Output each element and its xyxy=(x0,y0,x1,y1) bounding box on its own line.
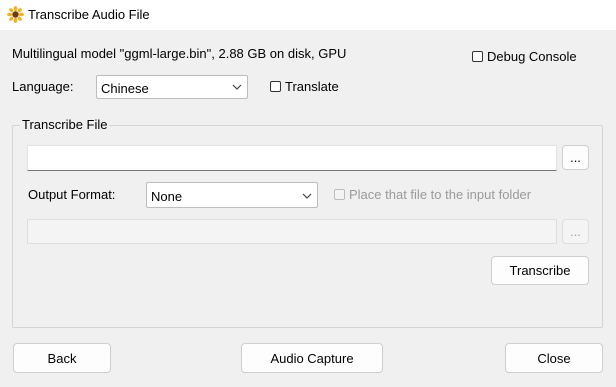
transcribe-file-group-title: Transcribe File xyxy=(20,117,110,132)
language-label: Language: xyxy=(12,79,74,94)
output-format-value: None xyxy=(151,189,183,204)
window-title: Transcribe Audio File xyxy=(28,7,150,22)
back-button[interactable]: Back xyxy=(13,343,111,373)
place-in-input-folder-checkbox-box[interactable] xyxy=(334,189,345,200)
transcribe-button[interactable]: Transcribe xyxy=(491,256,589,285)
input-file-field[interactable] xyxy=(27,145,557,171)
place-in-input-folder-checkbox[interactable]: Place that file to the input folder xyxy=(334,187,531,202)
title-bar: Transcribe Audio File xyxy=(0,0,616,30)
language-select[interactable]: Chinese xyxy=(96,75,248,99)
chevron-down-icon xyxy=(302,193,312,199)
output-format-label: Output Format: xyxy=(28,187,116,202)
output-path-field[interactable] xyxy=(27,219,557,244)
translate-checkbox[interactable]: Translate xyxy=(270,79,339,94)
language-select-value: Chinese xyxy=(101,81,149,96)
close-button[interactable]: Close xyxy=(505,343,603,373)
debug-console-checkbox-box[interactable] xyxy=(472,51,483,62)
browse-input-button[interactable]: ... xyxy=(562,145,589,170)
place-in-input-folder-label: Place that file to the input folder xyxy=(349,187,532,202)
audio-capture-button[interactable]: Audio Capture xyxy=(241,343,383,373)
browse-output-button[interactable]: ... xyxy=(562,219,589,244)
sunflower-icon xyxy=(7,6,24,23)
debug-console-label: Debug Console xyxy=(487,49,577,64)
translate-checkbox-box[interactable] xyxy=(270,81,281,92)
translate-label: Translate xyxy=(285,79,339,94)
debug-console-checkbox[interactable]: Debug Console xyxy=(472,49,577,64)
model-info-text: Multilingual model "ggml-large.bin", 2.8… xyxy=(12,46,347,61)
chevron-down-icon xyxy=(232,84,242,90)
output-format-select[interactable]: None xyxy=(146,182,318,208)
